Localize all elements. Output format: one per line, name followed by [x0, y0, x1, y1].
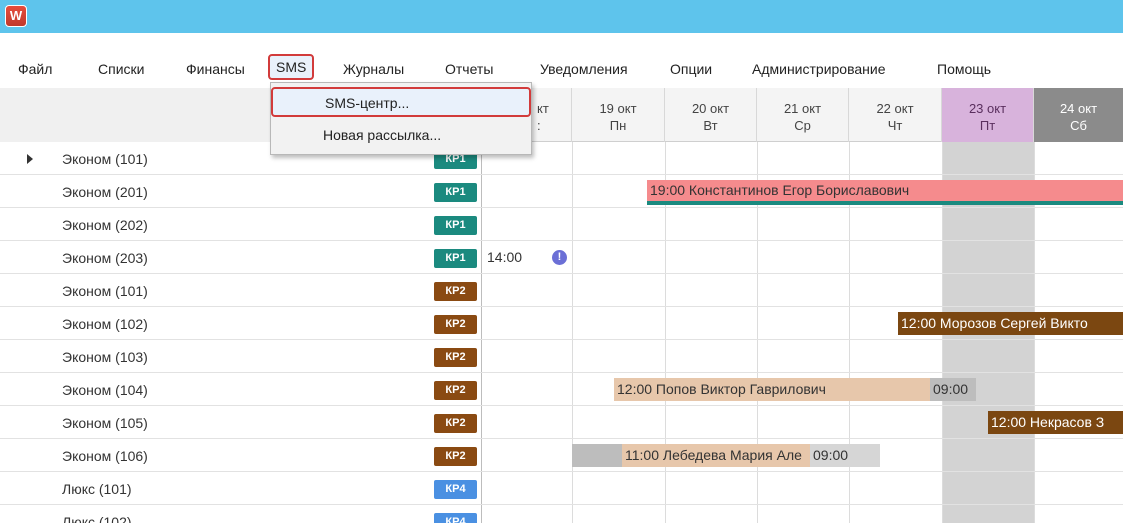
- menu-notifications[interactable]: Уведомления: [540, 58, 628, 82]
- day-date: 24 окт: [1059, 101, 1098, 116]
- menu-item-sms-center[interactable]: SMS-центр...: [271, 87, 531, 117]
- category-badge: КР2: [434, 315, 477, 334]
- day-header-20[interactable]: 20 окт Вт: [665, 88, 757, 142]
- day-date: 19 окт: [599, 101, 637, 116]
- booking-checkout[interactable]: 09:00: [810, 444, 880, 467]
- room-row[interactable]: Эконом (103) КР2: [0, 341, 1123, 373]
- room-name: Эконом (101): [62, 283, 148, 299]
- day-date: кт: [537, 101, 549, 116]
- day-header-19[interactable]: 19 окт Пн: [572, 88, 665, 142]
- category-badge: КР2: [434, 282, 477, 301]
- menu-item-new-mailing[interactable]: Новая рассылка...: [271, 121, 531, 151]
- booking-bar[interactable]: 19:00 Константинов Егор Бориславович: [647, 180, 1123, 205]
- room-name: Люкс (102): [62, 514, 132, 523]
- warning-icon[interactable]: !: [552, 250, 567, 265]
- menu-finance[interactable]: Финансы: [186, 58, 245, 82]
- day-weekday: Ср: [794, 118, 811, 133]
- day-weekday: Вт: [703, 118, 718, 133]
- day-weekday: Сб: [1070, 118, 1087, 133]
- room-row[interactable]: Эконом (101) КР1: [0, 143, 1123, 175]
- menu-reports[interactable]: Отчеты: [445, 58, 493, 82]
- room-name: Эконом (105): [62, 415, 148, 431]
- day-date: 23 окт: [968, 101, 1007, 116]
- category-badge: КР1: [434, 249, 477, 268]
- room-row[interactable]: Эконом (101) КР2: [0, 275, 1123, 307]
- booking-bar[interactable]: 12:00 Некрасов З: [988, 411, 1123, 434]
- booking-bar[interactable]: 14:00: [484, 246, 554, 269]
- category-badge: КР4: [434, 513, 477, 523]
- room-name: Эконом (106): [62, 448, 148, 464]
- day-date: 20 окт: [691, 101, 730, 116]
- menu-help[interactable]: Помощь: [937, 58, 991, 82]
- category-badge: КР2: [434, 447, 477, 466]
- room-row[interactable]: Эконом (105) КР2: [0, 407, 1123, 439]
- room-name: Эконом (202): [62, 217, 148, 233]
- room-name: Люкс (101): [62, 481, 132, 497]
- room-name: Эконом (203): [62, 250, 148, 266]
- room-row[interactable]: Люкс (102) КР4: [0, 506, 1123, 523]
- day-header-21[interactable]: 21 окт Ср: [757, 88, 849, 142]
- day-weekday: Чт: [887, 118, 903, 133]
- booking-checkout[interactable]: 09:00: [930, 378, 976, 401]
- category-badge: КР2: [434, 414, 477, 433]
- current-row-pointer-icon: [27, 154, 33, 164]
- booking-bar[interactable]: 12:00 Морозов Сергей Викто: [898, 312, 1123, 335]
- day-header-23-today[interactable]: 23 окт Пт: [942, 88, 1034, 142]
- category-badge: КР4: [434, 480, 477, 499]
- room-name: Эконом (104): [62, 382, 148, 398]
- category-badge: КР2: [434, 381, 477, 400]
- menu-journals[interactable]: Журналы: [343, 58, 404, 82]
- room-row[interactable]: Люкс (101) КР4: [0, 473, 1123, 505]
- category-badge: КР1: [434, 183, 477, 202]
- room-name: Эконом (102): [62, 316, 148, 332]
- room-name: Эконом (201): [62, 184, 148, 200]
- day-header-24[interactable]: 24 окт Сб: [1034, 88, 1123, 142]
- category-badge: КР2: [434, 348, 477, 367]
- menu-administration[interactable]: Администрирование: [752, 58, 886, 82]
- room-name: Эконом (101): [62, 151, 148, 167]
- category-badge: КР1: [434, 216, 477, 235]
- booking-bar[interactable]: 11:00 Лебедева Мария Але: [622, 444, 810, 467]
- room-name: Эконом (103): [62, 349, 148, 365]
- day-weekday: Пн: [609, 118, 627, 133]
- menu-lists[interactable]: Списки: [98, 58, 144, 82]
- menu-file[interactable]: Файл: [18, 58, 52, 82]
- menu-options[interactable]: Опции: [670, 58, 712, 82]
- app-logo-icon[interactable]: W: [5, 5, 27, 27]
- day-header-22[interactable]: 22 окт Чт: [849, 88, 942, 142]
- sms-dropdown-menu: SMS-центр... Новая рассылка...: [270, 82, 532, 155]
- grid-header: кт : 19 окт Пн 20 окт Вт 21 окт Ср 22 ок…: [0, 88, 1123, 142]
- day-weekday: Пт: [979, 118, 996, 133]
- menu-bar: Файл Списки Финансы SMS Журналы Отчеты У…: [0, 33, 1123, 85]
- room-row[interactable]: Эконом (106) КР2: [0, 440, 1123, 472]
- booking-bar[interactable]: 12:00 Попов Виктор Гаврилович: [614, 378, 932, 401]
- booking-grid: кт : 19 окт Пн 20 окт Вт 21 окт Ср 22 ок…: [0, 88, 1123, 523]
- title-bar: W: [0, 0, 1123, 33]
- day-date: 22 окт: [876, 101, 914, 116]
- day-weekday: :: [537, 118, 541, 133]
- day-date: 21 окт: [783, 101, 822, 116]
- room-row[interactable]: Эконом (202) КР1: [0, 209, 1123, 241]
- menu-sms[interactable]: SMS: [268, 54, 315, 80]
- booking-gap: [572, 444, 622, 467]
